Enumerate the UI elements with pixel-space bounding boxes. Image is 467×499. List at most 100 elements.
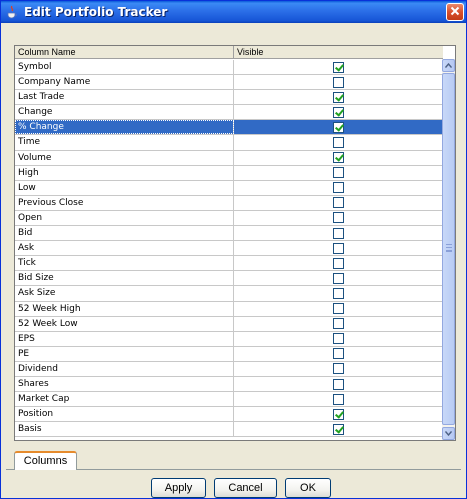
column-name-cell: Symbol	[15, 60, 234, 75]
visible-cell	[234, 256, 443, 270]
table-row[interactable]: Volume	[15, 150, 443, 166]
chevron-up-icon	[444, 61, 453, 71]
table-row[interactable]: Ask	[15, 241, 443, 257]
grip-icon	[446, 244, 452, 252]
table-row[interactable]: EPS	[15, 331, 443, 347]
table-row[interactable]: Time	[15, 135, 443, 151]
visible-cell	[234, 181, 443, 195]
visible-checkbox[interactable]	[333, 106, 344, 118]
close-button[interactable]	[446, 3, 464, 21]
visible-checkbox[interactable]	[333, 363, 344, 375]
cancel-button[interactable]: Cancel	[214, 478, 277, 498]
visible-cell	[234, 377, 443, 391]
visible-cell	[234, 392, 443, 406]
visible-checkbox[interactable]	[333, 378, 344, 390]
column-name-cell: Open	[15, 210, 234, 226]
visible-checkbox[interactable]	[333, 272, 344, 284]
column-name-cell: Dividend	[15, 361, 234, 376]
table-body: Symbol Company Name Last Trade Change% Chan…	[15, 60, 443, 438]
visible-cell	[234, 226, 443, 240]
visible-checkbox[interactable]	[333, 167, 344, 179]
visible-checkbox[interactable]	[333, 76, 344, 88]
table-row[interactable]: Bid	[15, 226, 443, 242]
table-row[interactable]: Symbol	[15, 60, 443, 76]
visible-cell	[234, 332, 443, 346]
java-cup-icon	[5, 5, 19, 19]
visible-checkbox[interactable]	[333, 91, 344, 103]
visible-checkbox[interactable]	[333, 61, 344, 73]
visible-cell	[234, 241, 443, 255]
table-row[interactable]: Market Cap	[15, 392, 443, 408]
table-row[interactable]: Bid Size	[15, 271, 443, 287]
visible-checkbox[interactable]	[333, 152, 344, 164]
visible-checkbox[interactable]	[333, 182, 344, 194]
column-name-cell: Company Name	[15, 75, 234, 90]
table-row[interactable]: Change	[15, 105, 443, 121]
visible-checkbox[interactable]	[333, 303, 344, 315]
column-name-cell: 52 Week High	[15, 301, 234, 316]
visible-checkbox[interactable]	[333, 333, 344, 345]
button-bar: Apply Cancel OK	[1, 478, 467, 498]
columns-table: Column Name Visible Symbol Company Name La…	[14, 45, 456, 441]
table-row[interactable]: Open	[15, 210, 443, 227]
column-name-cell: Change	[15, 105, 234, 120]
column-name-header[interactable]: Column Name	[15, 46, 234, 59]
table-row[interactable]: High	[15, 165, 443, 181]
table-row[interactable]: Last Trade	[15, 90, 443, 106]
visible-cell	[234, 166, 443, 180]
visible-cell	[234, 302, 443, 316]
column-name-cell: EPS	[15, 331, 234, 346]
visible-checkbox[interactable]	[333, 393, 344, 405]
dialog-window: Edit Portfolio Tracker Column Name Visib…	[0, 0, 467, 499]
chevron-down-icon	[444, 429, 453, 439]
ok-button[interactable]: OK	[285, 478, 331, 498]
column-name-cell: Low	[15, 180, 234, 195]
column-name-cell: 52 Week Low	[15, 316, 234, 331]
table-row[interactable]: 52 Week Low	[15, 316, 443, 332]
visible-cell	[234, 422, 443, 436]
column-name-cell: Time	[15, 135, 234, 150]
visible-checkbox[interactable]	[333, 197, 344, 209]
tab-columns[interactable]: Columns	[14, 451, 77, 470]
visible-cell	[234, 120, 443, 134]
visible-cell	[234, 105, 443, 119]
column-name-cell: Ask Size	[15, 286, 234, 301]
vertical-scrollbar[interactable]	[442, 59, 455, 440]
visible-cell	[234, 90, 443, 104]
column-name-cell: Last Trade	[15, 90, 234, 105]
table-row[interactable]: Dividend	[15, 361, 443, 377]
column-name-cell: Bid Size	[15, 271, 234, 286]
table-row[interactable]: PE	[15, 346, 443, 362]
apply-button[interactable]: Apply	[151, 478, 206, 498]
table-row[interactable]: Low	[15, 180, 443, 196]
visible-checkbox[interactable]	[333, 423, 344, 435]
visible-checkbox[interactable]	[333, 121, 344, 133]
table-row[interactable]: % Change	[15, 120, 443, 136]
scroll-down-button[interactable]	[442, 427, 455, 440]
table-row[interactable]: 52 Week High	[15, 301, 443, 317]
table-row[interactable]: Previous Close	[15, 195, 443, 211]
table-row[interactable]: Shares	[15, 376, 443, 393]
visible-cell	[234, 75, 443, 89]
scroll-up-button[interactable]	[442, 59, 455, 72]
table-row[interactable]: Basis	[15, 422, 443, 438]
visible-checkbox[interactable]	[333, 287, 344, 299]
visible-checkbox[interactable]	[333, 212, 344, 224]
visible-header[interactable]: Visible	[234, 46, 443, 59]
visible-cell	[234, 151, 443, 165]
title-bar[interactable]: Edit Portfolio Tracker	[1, 1, 466, 23]
visible-checkbox[interactable]	[333, 348, 344, 360]
visible-checkbox[interactable]	[333, 318, 344, 330]
visible-checkbox[interactable]	[333, 227, 344, 239]
table-row[interactable]: Ask Size	[15, 286, 443, 302]
column-name-cell: Bid	[15, 226, 234, 241]
visible-checkbox[interactable]	[333, 242, 344, 254]
visible-checkbox[interactable]	[333, 408, 344, 420]
scroll-thumb[interactable]	[442, 73, 455, 425]
table-row[interactable]: Tick	[15, 256, 443, 272]
column-name-cell: Volume	[15, 150, 234, 165]
visible-checkbox[interactable]	[333, 257, 344, 269]
table-row[interactable]: Company Name	[15, 75, 443, 91]
visible-checkbox[interactable]	[333, 137, 344, 149]
table-row[interactable]: Position	[15, 407, 443, 423]
